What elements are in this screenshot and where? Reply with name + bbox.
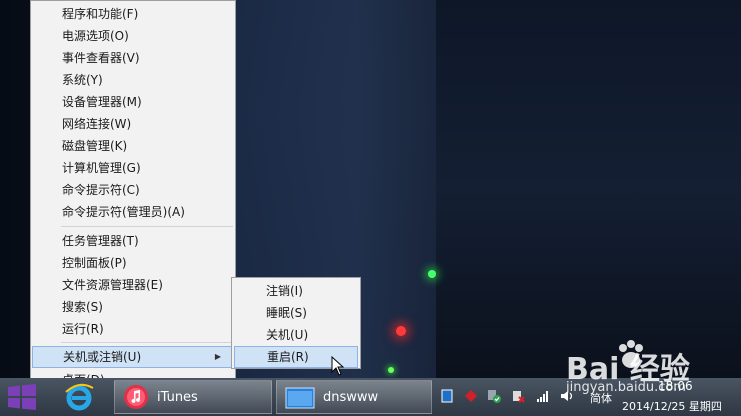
submenu-item-signout[interactable]: 注销(I) (234, 280, 358, 302)
wallpaper-red-light (396, 326, 406, 336)
menu-item-label: 文件资源管理器(E) (62, 278, 163, 292)
submenu-item-sleep[interactable]: 睡眠(S) (234, 302, 358, 324)
menu-item-task-manager[interactable]: 任务管理器(T) (32, 230, 234, 252)
menu-item-label: 命令提示符(管理员)(A) (62, 205, 185, 219)
menu-item-label: 运行(R) (62, 322, 104, 336)
submenu-item-label: 关机(U) (266, 328, 309, 342)
menu-item-label: 磁盘管理(K) (62, 139, 128, 153)
menu-item-run[interactable]: 运行(R) (32, 318, 234, 340)
clock-date[interactable]: 2014/12/25 星期四 (622, 398, 722, 414)
submenu-item-label: 注销(I) (266, 284, 303, 298)
submenu-arrow-icon: ▶ (214, 352, 221, 361)
itunes-label: iTunes (157, 390, 198, 405)
baidu-watermark: Bai 经验 jingyan.baidu.com (566, 338, 736, 398)
menu-item-label: 搜索(S) (62, 300, 103, 314)
menu-item-label: 电源选项(O) (62, 29, 129, 43)
submenu-item-shutdown[interactable]: 关机(U) (234, 324, 358, 346)
menu-item-label: 事件查看器(V) (62, 51, 140, 65)
menu-separator (61, 226, 233, 227)
taskbar-button-dnswww[interactable]: dnswww (276, 380, 432, 414)
wallpaper-right (436, 0, 741, 378)
wallpaper-green-light-2 (388, 367, 394, 373)
tray-window-icon[interactable] (440, 389, 454, 403)
menu-item-disk-management[interactable]: 磁盘管理(K) (32, 135, 234, 157)
watermark-url: jingyan.baidu.com (566, 380, 686, 395)
menu-item-shutdown-signout[interactable]: 关机或注销(U) ▶ (32, 346, 234, 368)
tray-check-icon[interactable] (487, 389, 501, 403)
menu-item-power-options[interactable]: 电源选项(O) (32, 25, 234, 47)
internet-explorer-icon[interactable] (62, 382, 96, 412)
menu-item-label: 控制面板(P) (62, 256, 127, 270)
menu-item-label: 任务管理器(T) (62, 234, 139, 248)
baidu-paw-icon (619, 340, 643, 368)
menu-item-system[interactable]: 系统(Y) (32, 69, 234, 91)
menu-item-programs-features[interactable]: 程序和功能(F) (32, 3, 234, 25)
menu-item-label: 系统(Y) (62, 73, 103, 87)
menu-item-command-prompt-admin[interactable]: 命令提示符(管理员)(A) (32, 201, 234, 223)
dnswww-label: dnswww (323, 390, 379, 405)
taskbar-button-itunes[interactable]: iTunes (114, 380, 272, 414)
menu-item-label: 命令提示符(C) (62, 183, 140, 197)
menu-item-computer-management[interactable]: 计算机管理(G) (32, 157, 234, 179)
menu-item-device-manager[interactable]: 设备管理器(M) (32, 91, 234, 113)
menu-item-control-panel[interactable]: 控制面板(P) (32, 252, 234, 274)
windows-start-icon[interactable] (6, 384, 38, 410)
menu-separator (61, 342, 233, 343)
app-window-icon (285, 387, 315, 409)
menu-item-event-viewer[interactable]: 事件查看器(V) (32, 47, 234, 69)
submenu-item-label: 重启(R) (267, 350, 309, 364)
mouse-cursor-icon (331, 356, 345, 376)
wallpaper-green-light (428, 270, 436, 278)
menu-item-label: 设备管理器(M) (62, 95, 142, 109)
tray-device-icon[interactable] (511, 389, 525, 403)
menu-item-label: 计算机管理(G) (62, 161, 141, 175)
menu-item-file-explorer[interactable]: 文件资源管理器(E) (32, 274, 234, 296)
menu-item-label: 网络连接(W) (62, 117, 132, 131)
winx-context-menu: 程序和功能(F) 电源选项(O) 事件查看器(V) 系统(Y) 设备管理器(M)… (30, 0, 236, 392)
submenu-item-label: 睡眠(S) (266, 306, 307, 320)
menu-item-command-prompt[interactable]: 命令提示符(C) (32, 179, 234, 201)
tray-signal-icon[interactable] (536, 389, 550, 403)
menu-item-network-connections[interactable]: 网络连接(W) (32, 113, 234, 135)
itunes-icon (124, 385, 148, 409)
tray-security-icon[interactable] (464, 389, 478, 403)
menu-item-label: 程序和功能(F) (62, 7, 139, 21)
menu-item-search[interactable]: 搜索(S) (32, 296, 234, 318)
menu-item-label: 关机或注销(U) (63, 350, 142, 364)
